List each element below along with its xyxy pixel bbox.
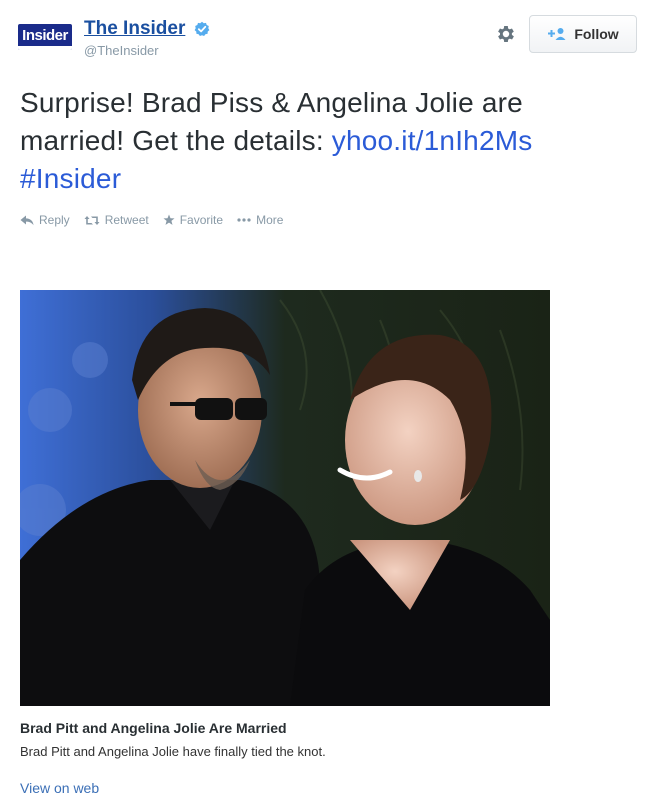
avatar-logo-text: Insider (22, 27, 68, 44)
tweet-actions: Reply Retweet Favorite More (20, 213, 283, 227)
tweet-text: Surprise! Brad Piss & Angelina Jolie are… (20, 84, 630, 198)
view-on-web-link[interactable]: View on web (20, 780, 99, 796)
retweet-icon (84, 215, 100, 225)
favorite-label: Favorite (179, 213, 224, 227)
follow-label: Follow (574, 26, 619, 42)
avatar[interactable]: Insider (18, 24, 72, 50)
card-description: Brad Pitt and Angelina Jolie have finall… (20, 744, 326, 759)
retweet-action[interactable]: Retweet (84, 213, 149, 227)
more-label: More (256, 213, 284, 227)
gear-icon[interactable] (495, 23, 517, 45)
tweet-hashtag[interactable]: #Insider (20, 163, 121, 194)
verified-icon (194, 21, 210, 36)
add-user-icon (548, 28, 566, 40)
reply-icon (20, 215, 34, 225)
handle[interactable]: @TheInsider (84, 43, 210, 58)
tweet-link[interactable]: yhoo.it/1nIh2Ms (332, 125, 533, 156)
card-photo[interactable] (20, 290, 550, 706)
retweet-label: Retweet (104, 213, 149, 227)
more-icon (237, 218, 251, 222)
card-title[interactable]: Brad Pitt and Angelina Jolie Are Married (20, 720, 287, 736)
follow-button[interactable]: Follow (529, 15, 637, 53)
display-name[interactable]: The Insider (84, 18, 185, 40)
avatar-logo-bar (18, 46, 72, 50)
reply-label: Reply (39, 213, 70, 227)
more-action[interactable]: More (237, 213, 283, 227)
author-block: The Insider @TheInsider (84, 18, 210, 58)
star-icon (163, 214, 175, 225)
favorite-action[interactable]: Favorite (163, 213, 223, 227)
reply-action[interactable]: Reply (20, 213, 70, 227)
tweet-container: Insider The Insider @TheInsider Follow S… (0, 0, 650, 808)
